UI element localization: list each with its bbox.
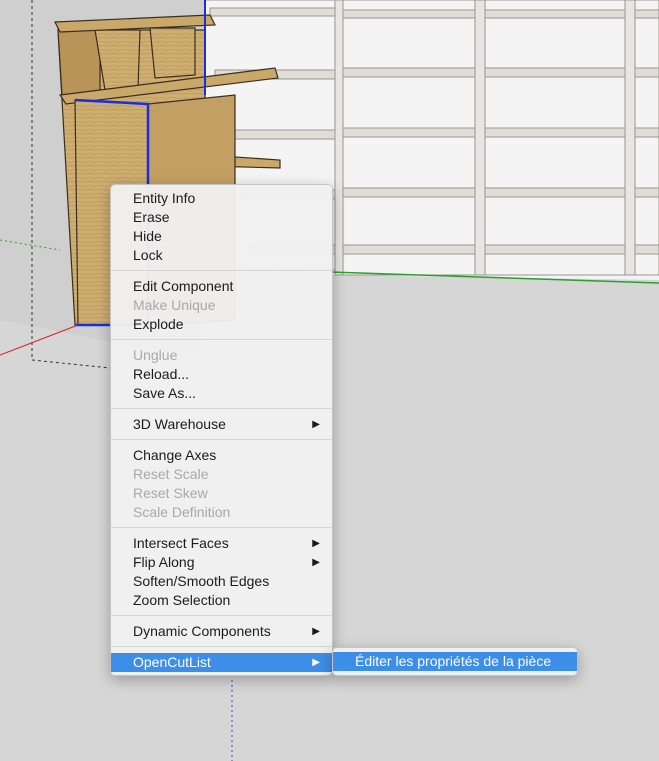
menu-item-label: Unglue bbox=[133, 347, 178, 363]
menu-item-label: Lock bbox=[133, 247, 163, 263]
menu-item-reset-skew: Reset Skew bbox=[111, 484, 332, 503]
menu-item-label: Edit Component bbox=[133, 278, 234, 294]
menu-separator bbox=[111, 339, 332, 340]
menu-item-label: Reset Scale bbox=[133, 466, 209, 482]
menu-item-explode[interactable]: Explode bbox=[111, 315, 332, 334]
menu-item-label: Intersect Faces bbox=[133, 535, 229, 551]
submenu-arrow-icon: ▶ bbox=[312, 557, 320, 568]
menu-item-erase[interactable]: Erase bbox=[111, 208, 332, 227]
menu-item-label: Make Unique bbox=[133, 297, 216, 313]
menu-item-label: OpenCutList bbox=[133, 654, 211, 670]
menu-item-label: 3D Warehouse bbox=[133, 416, 226, 432]
submenu-item-label: Éditer les propriétés de la pièce bbox=[355, 653, 552, 669]
menu-item-label: Zoom Selection bbox=[133, 592, 231, 608]
menu-item-reset-scale: Reset Scale bbox=[111, 465, 332, 484]
menu-item-hide[interactable]: Hide bbox=[111, 227, 332, 246]
menu-separator bbox=[111, 527, 332, 528]
opencutlist-submenu: Éditer les propriétés de la pièce bbox=[332, 647, 578, 676]
submenu-arrow-icon: ▶ bbox=[312, 657, 320, 668]
menu-item-label: Flip Along bbox=[133, 554, 195, 570]
menu-item-label: Change Axes bbox=[133, 447, 217, 463]
menu-separator bbox=[111, 270, 332, 271]
submenu-arrow-icon: ▶ bbox=[312, 626, 320, 637]
menu-item-label: Soften/Smooth Edges bbox=[133, 573, 270, 589]
menu-item-soften-smooth-edges[interactable]: Soften/Smooth Edges bbox=[111, 572, 332, 591]
context-menu: Entity Info Erase Hide Lock Edit Component Ma… bbox=[110, 184, 333, 676]
menu-item-label: Reset Skew bbox=[133, 485, 208, 501]
menu-separator bbox=[111, 408, 332, 409]
menu-separator bbox=[111, 615, 332, 616]
menu-item-label: Erase bbox=[133, 209, 170, 225]
menu-item-label: Entity Info bbox=[133, 190, 196, 206]
menu-separator bbox=[111, 439, 332, 440]
menu-item-reload[interactable]: Reload... bbox=[111, 365, 332, 384]
menu-item-lock[interactable]: Lock bbox=[111, 246, 332, 265]
menu-item-label: Hide bbox=[133, 228, 162, 244]
menu-item-label: Explode bbox=[133, 316, 184, 332]
menu-item-save-as[interactable]: Save As... bbox=[111, 384, 332, 403]
menu-item-dynamic-components[interactable]: Dynamic Components ▶ bbox=[111, 622, 332, 641]
menu-item-edit-component[interactable]: Edit Component bbox=[111, 277, 332, 296]
menu-item-zoom-selection[interactable]: Zoom Selection bbox=[111, 591, 332, 610]
menu-item-3d-warehouse[interactable]: 3D Warehouse ▶ bbox=[111, 415, 332, 434]
submenu-arrow-icon: ▶ bbox=[312, 538, 320, 549]
menu-item-opencutlist[interactable]: OpenCutList ▶ bbox=[111, 653, 332, 672]
menu-item-unglue: Unglue bbox=[111, 346, 332, 365]
menu-item-make-unique: Make Unique bbox=[111, 296, 332, 315]
menu-item-label: Reload... bbox=[133, 366, 190, 382]
submenu-arrow-icon: ▶ bbox=[312, 419, 320, 430]
menu-item-label: Scale Definition bbox=[133, 504, 231, 520]
menu-item-change-axes[interactable]: Change Axes bbox=[111, 446, 332, 465]
menu-item-flip-along[interactable]: Flip Along ▶ bbox=[111, 553, 332, 572]
menu-item-scale-definition: Scale Definition bbox=[111, 503, 332, 522]
menu-item-intersect-faces[interactable]: Intersect Faces ▶ bbox=[111, 534, 332, 553]
menu-item-label: Save As... bbox=[133, 385, 197, 401]
menu-item-label: Dynamic Components bbox=[133, 623, 271, 639]
menu-separator bbox=[111, 646, 332, 647]
menu-item-entity-info[interactable]: Entity Info bbox=[111, 189, 332, 208]
submenu-item-edit-part-properties[interactable]: Éditer les propriétés de la pièce bbox=[333, 652, 577, 671]
